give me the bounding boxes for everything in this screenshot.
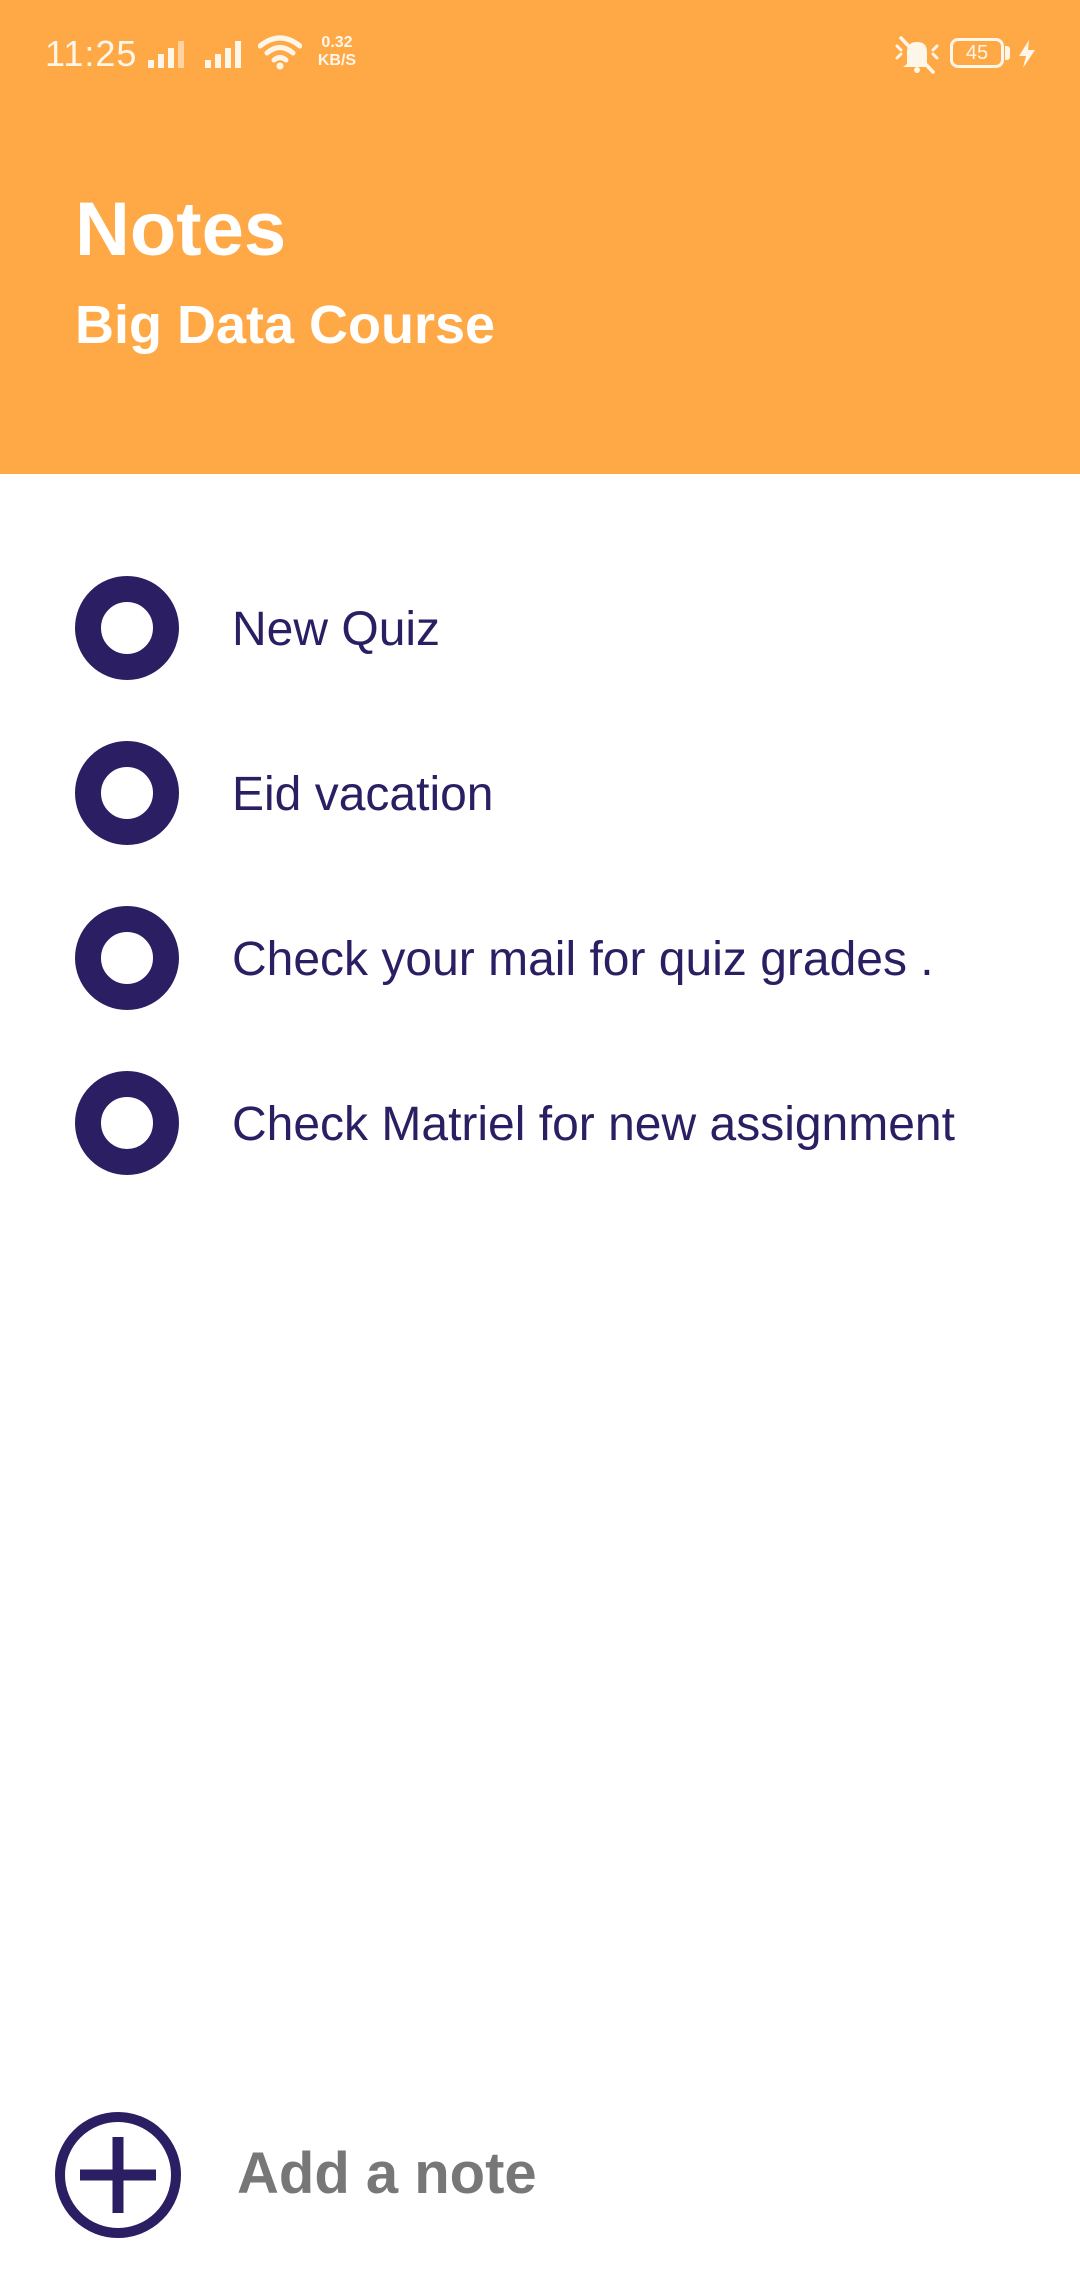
note-radio-button[interactable]	[75, 741, 179, 845]
network-speed-value: 0.32	[321, 34, 353, 51]
notes-list: New Quiz Eid vacation Check your mail fo…	[0, 560, 1080, 1220]
note-item[interactable]: Eid vacation	[0, 725, 1080, 890]
note-text: New Quiz	[232, 603, 441, 656]
vibrate-mute-icon	[895, 36, 939, 74]
status-bar: 11:25 0.32 KB/S 45	[0, 0, 1080, 110]
course-subtitle: Big Data Course	[75, 295, 496, 355]
note-item[interactable]: Check Matriel for new assignment	[0, 1055, 1080, 1220]
note-text: Eid vacation	[232, 768, 494, 821]
charging-bolt-icon	[1019, 40, 1035, 68]
battery-indicator: 45	[950, 38, 1004, 68]
note-item[interactable]: New Quiz	[0, 560, 1080, 725]
note-radio-button[interactable]	[75, 576, 179, 680]
wifi-icon	[258, 35, 302, 70]
add-circle-icon[interactable]	[53, 2110, 183, 2240]
notes-screen: 11:25 0.32 KB/S 45 Notes Big Data Course…	[0, 0, 1080, 2280]
note-radio-button[interactable]	[75, 1071, 179, 1175]
note-item[interactable]: Check your mail for quiz grades .	[0, 890, 1080, 1055]
status-time: 11:25	[45, 33, 138, 74]
page-title: Notes	[75, 187, 287, 272]
add-note-label[interactable]: Add a note	[237, 2140, 537, 2208]
note-radio-button[interactable]	[75, 906, 179, 1010]
cellular-signal-icon	[148, 41, 184, 68]
cellular-signal-icon-2	[205, 41, 241, 68]
app-header: 11:25 0.32 KB/S 45 Notes Big Data Course	[0, 0, 1080, 474]
add-note-button[interactable]: Add a note	[0, 2100, 1080, 2250]
network-speed-unit: KB/S	[317, 52, 357, 69]
note-text: Check Matriel for new assignment	[232, 1098, 955, 1151]
battery-tip	[1005, 46, 1010, 60]
network-speed: 0.32 KB/S	[312, 34, 362, 70]
note-text: Check your mail for quiz grades .	[232, 933, 934, 986]
